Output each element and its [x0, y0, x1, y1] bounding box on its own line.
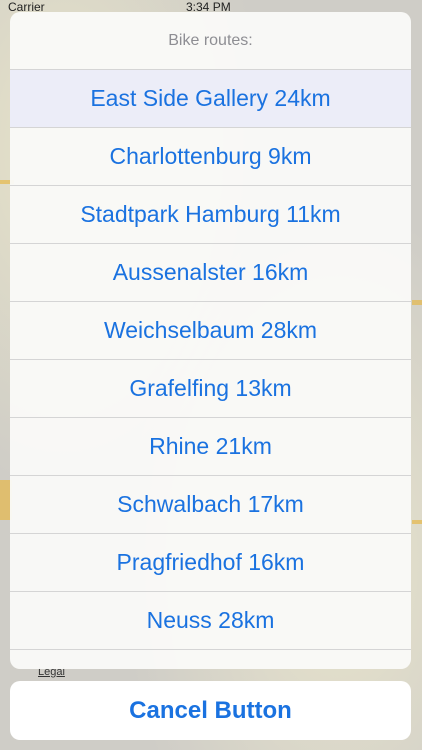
route-option[interactable]: Pragfriedhof 16km — [10, 534, 411, 592]
route-option[interactable]: East Side Gallery 24km — [10, 70, 411, 128]
action-sheet-title: Bike routes: — [10, 12, 411, 70]
action-sheet: Bike routes: East Side Gallery 24km Char… — [10, 12, 411, 669]
route-option[interactable]: Stadtpark Hamburg 11km — [10, 186, 411, 244]
route-option[interactable]: Aussenalster 16km — [10, 244, 411, 302]
map-road — [412, 300, 422, 305]
map-road — [412, 520, 422, 524]
route-option[interactable]: Neuss 28km — [10, 592, 411, 650]
route-option[interactable]: Grafelfing 13km — [10, 360, 411, 418]
route-option[interactable]: Schwalbach 17km — [10, 476, 411, 534]
route-option[interactable]: Rinnental Car 3km — [10, 650, 411, 669]
route-option[interactable]: Charlottenburg 9km — [10, 128, 411, 186]
route-option[interactable]: Weichselbaum 28km — [10, 302, 411, 360]
route-option[interactable]: Rhine 21km — [10, 418, 411, 476]
cancel-button[interactable]: Cancel Button — [10, 681, 411, 740]
